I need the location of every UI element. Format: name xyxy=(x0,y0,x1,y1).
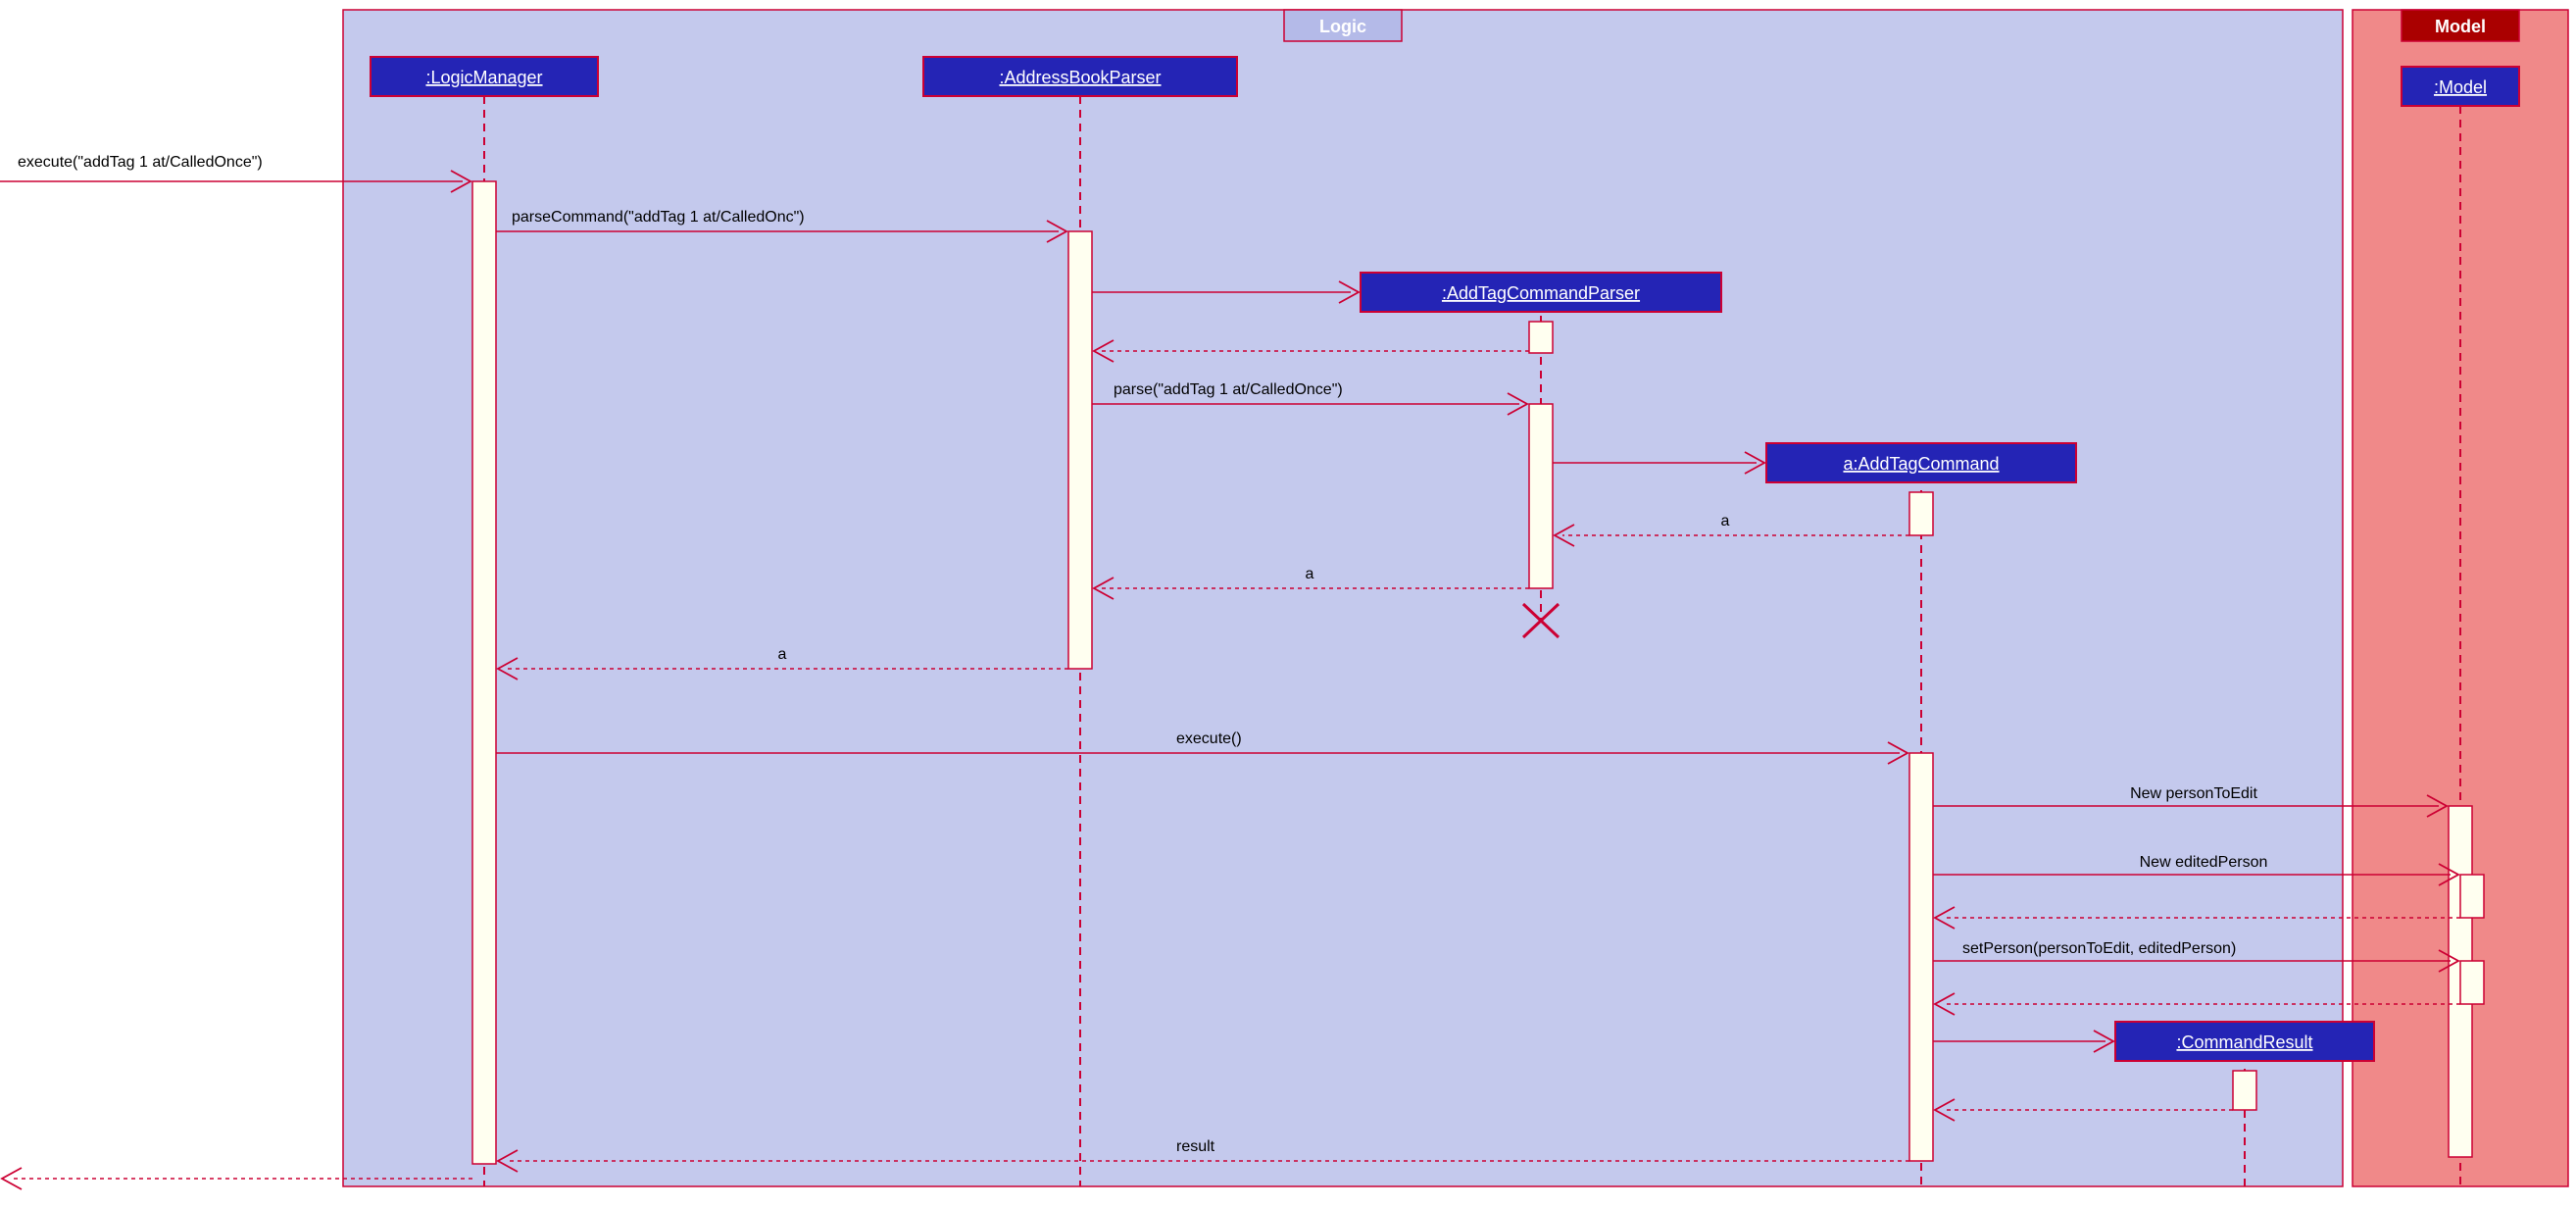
activation-logicmanager xyxy=(472,181,496,1164)
msg-execute-label: execute("addTag 1 at/CalledOnce") xyxy=(18,154,263,171)
msg-parsecommand-label: parseCommand("addTag 1 at/CalledOnc") xyxy=(512,209,805,226)
activation-addtagcommandparser-2 xyxy=(1529,404,1553,588)
activation-addtagcommandparser-1 xyxy=(1529,322,1553,353)
msg-result-label: result xyxy=(1176,1138,1215,1155)
participant-addtagcommandparser-label: :AddTagCommandParser xyxy=(1442,283,1640,303)
msg-parse-label: parse("addTag 1 at/CalledOnce") xyxy=(1114,381,1343,398)
msg-setperson-label: setPerson(personToEdit, editedPerson) xyxy=(1962,940,2236,957)
logic-frame-title: Logic xyxy=(1319,17,1366,36)
logic-frame xyxy=(343,10,2343,1186)
msg-newperson-label: New personToEdit xyxy=(2130,785,2257,802)
participant-model-label: :Model xyxy=(2434,77,2487,97)
msg-newedited-label: New editedPerson xyxy=(2140,854,2268,871)
participant-addtagcommand-label: a:AddTagCommand xyxy=(1843,454,1999,474)
activation-model-2 xyxy=(2460,875,2484,918)
msg-return-a3-label: a xyxy=(778,646,787,663)
model-frame-title: Model xyxy=(2435,17,2486,36)
participant-commandresult-label: :CommandResult xyxy=(2176,1032,2312,1052)
msg-return-a1-label: a xyxy=(1721,513,1730,529)
msg-final-return-head xyxy=(2,1168,22,1189)
activation-commandresult xyxy=(2233,1071,2256,1110)
participant-addressbookparser-label: :AddressBookParser xyxy=(999,68,1161,87)
activation-model-3 xyxy=(2460,961,2484,1004)
sequence-diagram: Logic Model :LogicManager :AddressBookPa… xyxy=(0,0,2576,1208)
msg-return-a2-label: a xyxy=(1306,566,1314,582)
activation-addtagcommand-2 xyxy=(1909,753,1933,1161)
activation-addressbookparser xyxy=(1068,231,1092,669)
participant-logicmanager-label: :LogicManager xyxy=(425,68,542,87)
activation-addtagcommand-1 xyxy=(1909,492,1933,535)
msg-execute2-label: execute() xyxy=(1176,730,1242,747)
